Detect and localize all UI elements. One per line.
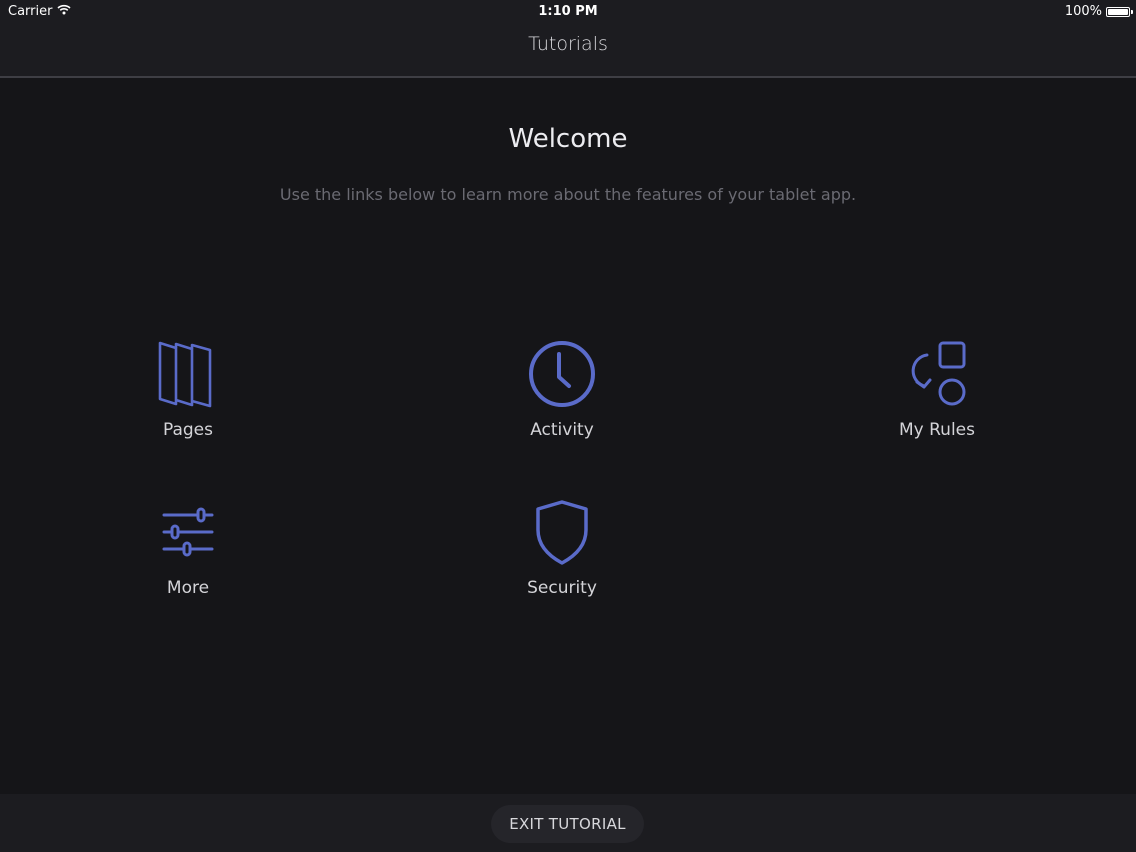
battery-icon (1106, 6, 1133, 17)
navigation-bar: Tutorials (0, 24, 1136, 78)
shield-icon (528, 498, 596, 566)
page-title: Tutorials (528, 33, 608, 55)
rules-icon (903, 340, 971, 408)
tile-my-rules[interactable]: My Rules (837, 340, 1037, 460)
pages-icon (154, 340, 222, 408)
status-bar: Carrier 1:10 PM 100% (0, 0, 1136, 24)
tile-pages[interactable]: Pages (88, 340, 288, 460)
tile-more-label: More (166, 578, 210, 598)
footer-bar: EXIT TUTORIAL (0, 794, 1136, 852)
welcome-subtitle: Use the links below to learn more about … (279, 185, 857, 204)
battery-indicator: 100% (1064, 4, 1133, 19)
battery-percent: 100% (1064, 4, 1102, 19)
tile-security-label: Security (527, 578, 597, 598)
tile-activity[interactable]: Activity (462, 340, 662, 460)
clock-icon (528, 340, 596, 408)
sliders-icon (154, 498, 222, 566)
tile-activity-label: Activity (530, 420, 594, 440)
status-time: 1:10 PM (538, 4, 598, 19)
welcome-title: Welcome (508, 124, 628, 154)
tile-pages-label: Pages (162, 420, 213, 440)
tile-more[interactable]: More (88, 498, 288, 618)
tile-security[interactable]: Security (462, 498, 662, 618)
tile-my-rules-label: My Rules (899, 420, 975, 440)
exit-tutorial-button[interactable]: EXIT TUTORIAL (491, 805, 644, 843)
tutorials-screen: Carrier 1:10 PM 100% Tutorials Welcome U… (0, 0, 1136, 852)
